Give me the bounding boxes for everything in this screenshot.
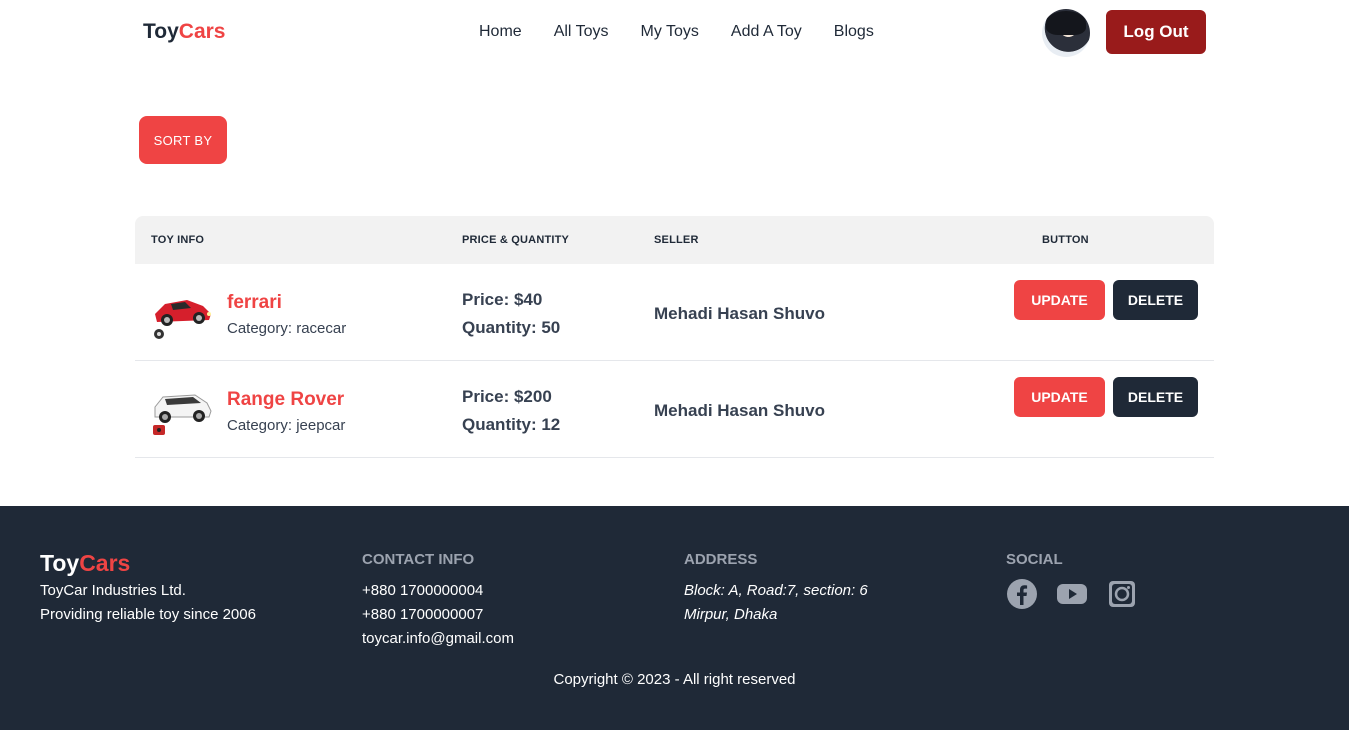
- toy-seller: Mehadi Hasan Shuvo: [654, 401, 825, 420]
- toy-quantity: Quantity: 12: [462, 415, 561, 434]
- address-line-2: Mirpur, Dhaka: [684, 606, 778, 623]
- footer-brand-main: Toy: [40, 550, 80, 576]
- user-avatar[interactable]: [1042, 9, 1090, 57]
- social-heading: SOCIAL: [1006, 551, 1063, 568]
- nav-all-toys[interactable]: All Toys: [554, 23, 609, 41]
- toy-name: Range Rover: [227, 389, 345, 410]
- navbar: ToyCars Home All Toys My Toys Add A Toy …: [0, 0, 1349, 68]
- header-toy-info: TOY INFO: [151, 234, 205, 246]
- toy-quantity: Quantity: 50: [462, 318, 561, 337]
- footer: ToyCars ToyCar Industries Ltd. Providing…: [0, 506, 1349, 730]
- toy-name: ferrari: [227, 292, 282, 313]
- contact-phone-1: +880 1700000004: [362, 582, 484, 599]
- header-price-quantity: PRICE & QUANTITY: [462, 234, 570, 246]
- facebook-icon[interactable]: [1006, 578, 1038, 610]
- toy-seller: Mehadi Hasan Shuvo: [654, 304, 825, 323]
- contact-phone-2: +880 1700000007: [362, 606, 484, 623]
- ferrari-toy-image: [154, 300, 211, 339]
- avatar-hair: [1046, 11, 1086, 35]
- footer-brand-accent: Cars: [79, 550, 131, 576]
- social-links: [1006, 578, 1138, 610]
- toy-category: Category: racecar: [227, 320, 347, 337]
- footer-tagline: Providing reliable toy since 2006: [40, 606, 256, 623]
- footer-company: ToyCar Industries Ltd.: [40, 582, 186, 599]
- contact-email[interactable]: toycar.info@gmail.com: [362, 630, 514, 647]
- nav-home[interactable]: Home: [479, 23, 522, 41]
- toy-price: Price: $200: [462, 387, 552, 406]
- toys-table: TOY INFO PRICE & QUANTITY SELLER BUTTON …: [135, 216, 1214, 458]
- brand-accent: Cars: [178, 20, 226, 43]
- nav-blogs[interactable]: Blogs: [834, 23, 874, 41]
- toy-price: Price: $40: [462, 290, 543, 309]
- contact-info-heading: CONTACT INFO: [362, 551, 475, 568]
- table-row: Range Rover Category: jeepcar Price: $20…: [135, 361, 1214, 458]
- delete-button[interactable]: DELETE: [1113, 377, 1198, 417]
- instagram-icon[interactable]: [1106, 578, 1138, 610]
- header-button: BUTTON: [1042, 234, 1089, 246]
- logout-button[interactable]: Log Out: [1106, 10, 1206, 54]
- copyright-text: Copyright © 2023 - All right reserved: [553, 671, 796, 688]
- table-header: TOY INFO PRICE & QUANTITY SELLER BUTTON: [135, 216, 1214, 264]
- toy-category: Category: jeepcar: [227, 417, 346, 434]
- range-rover-toy-image: [153, 394, 212, 435]
- footer-brand-logo: ToyCars: [40, 550, 130, 577]
- update-button[interactable]: UPDATE: [1014, 280, 1105, 320]
- brand-main: Toy: [143, 20, 179, 43]
- nav-links: Home All Toys My Toys Add A Toy Blogs: [479, 23, 874, 41]
- update-button[interactable]: UPDATE: [1014, 377, 1105, 417]
- sort-by-button[interactable]: SORT BY: [139, 116, 227, 164]
- brand-logo[interactable]: ToyCars: [143, 20, 225, 44]
- nav-add-a-toy[interactable]: Add A Toy: [731, 23, 802, 41]
- address-line-1: Block: A, Road:7, section: 6: [684, 582, 868, 599]
- address-heading: ADDRESS: [684, 551, 758, 568]
- header-seller: SELLER: [654, 234, 699, 246]
- table-row: ferrari Category: racecar Price: $40 Qua…: [135, 264, 1214, 361]
- youtube-icon[interactable]: [1056, 578, 1088, 610]
- delete-button[interactable]: DELETE: [1113, 280, 1198, 320]
- nav-my-toys[interactable]: My Toys: [641, 23, 699, 41]
